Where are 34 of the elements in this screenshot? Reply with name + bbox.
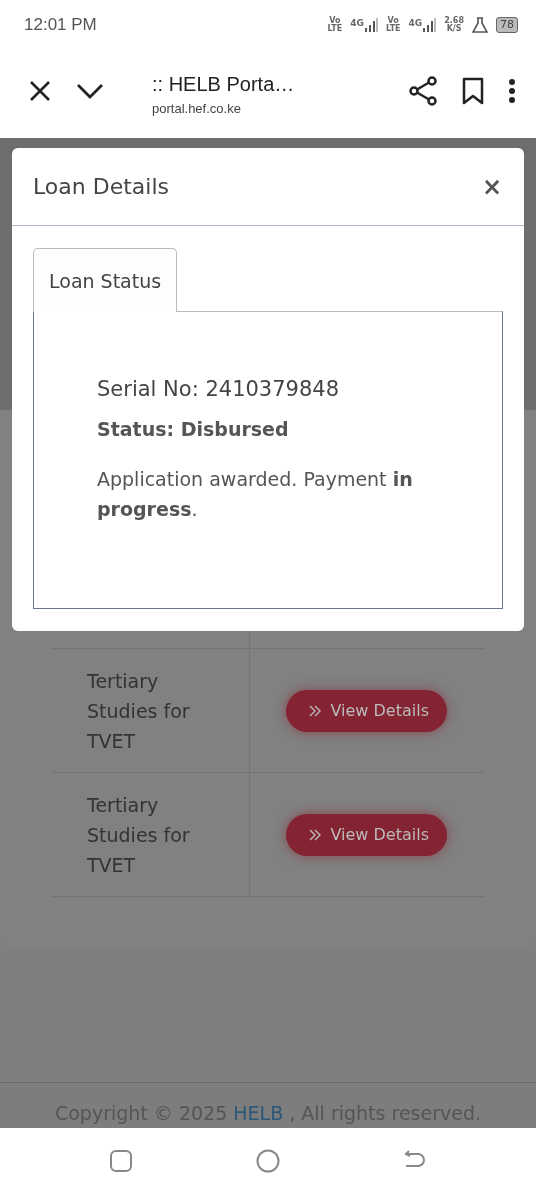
loan-status: Status: Disbursed xyxy=(97,417,290,442)
page-title: :: HELB Porta… xyxy=(152,72,296,98)
double-chevron-icon xyxy=(308,703,323,718)
close-button[interactable]: × xyxy=(481,168,502,205)
program-name: Tertiary Studies for TVET xyxy=(87,792,191,878)
volte-label: Vo xyxy=(387,17,401,25)
square-icon xyxy=(109,1148,134,1173)
tab[interactable]: Loan Status xyxy=(33,248,178,312)
modal-title: Loan Details xyxy=(33,173,170,201)
volte-label: LTE xyxy=(327,25,343,33)
network-type: 4G xyxy=(350,17,364,30)
view-details-button[interactable]: View Details xyxy=(286,689,447,732)
volte-label: LTE xyxy=(385,25,401,33)
clock-time: 12:01 PM xyxy=(24,14,97,37)
volte-label: Vo xyxy=(327,17,341,25)
share-icon xyxy=(408,75,438,106)
view-details-button[interactable]: View Details xyxy=(286,813,447,856)
chevron-down-icon xyxy=(76,81,104,100)
more-icon xyxy=(508,77,516,104)
program-name: Tertiary Studies for TVET xyxy=(87,668,191,754)
bookmark-icon xyxy=(462,76,484,105)
close-icon xyxy=(28,78,52,103)
network-speed: 2.68 xyxy=(444,17,464,25)
circle-icon xyxy=(256,1148,280,1173)
flask-icon xyxy=(472,17,488,33)
serial-number: Serial No: 2410379848 xyxy=(97,375,340,403)
double-chevron-icon xyxy=(308,827,323,842)
network-type: 4G xyxy=(408,17,423,30)
speed-unit: K/S xyxy=(446,25,462,33)
battery-indicator: 78 xyxy=(496,17,518,33)
page-url: portal.hef.co.ke xyxy=(152,100,242,119)
signal-icon xyxy=(363,17,378,33)
status-message: Application awarded. Payment in progress. xyxy=(97,466,414,522)
signal-icon xyxy=(422,17,437,33)
